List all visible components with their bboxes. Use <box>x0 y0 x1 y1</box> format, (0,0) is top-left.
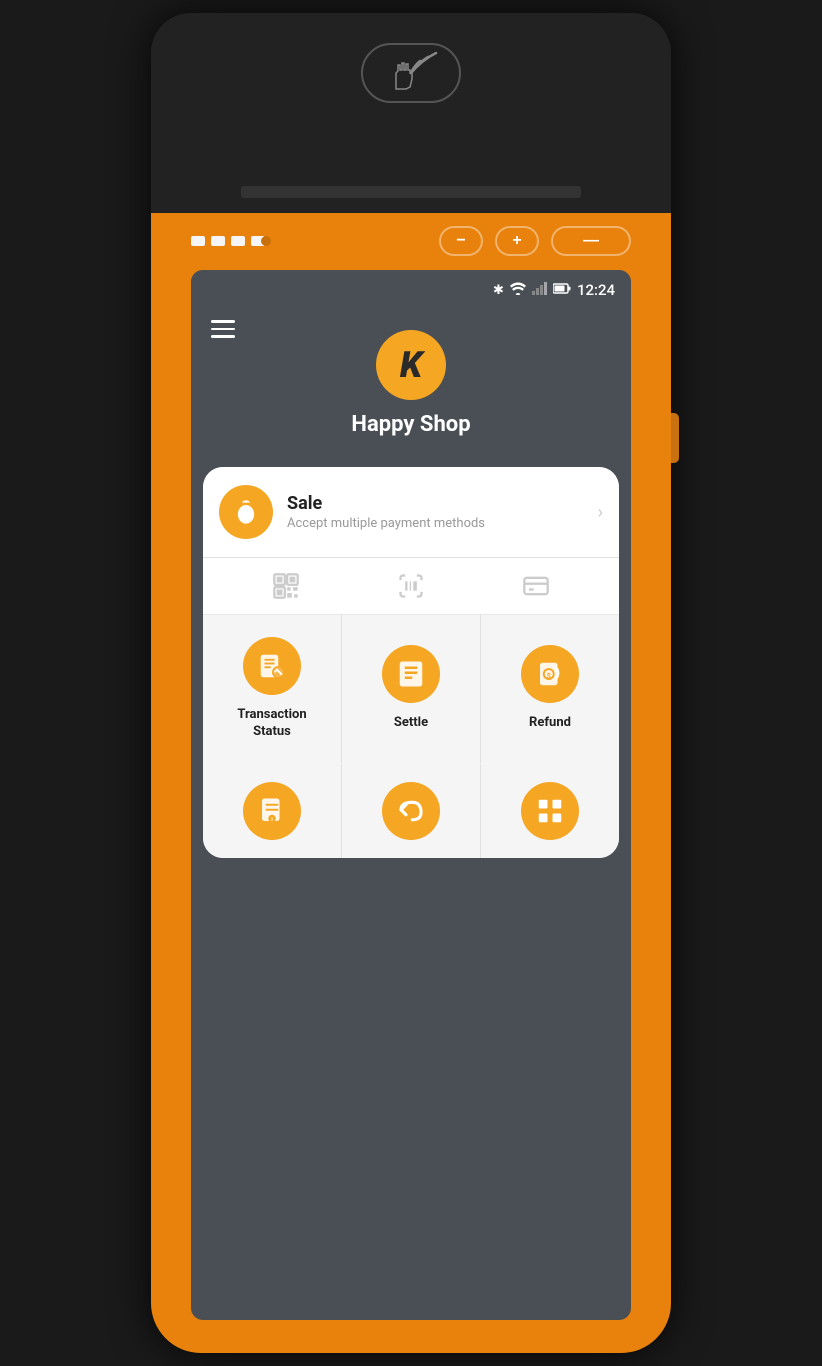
device-top-hardware <box>151 13 671 213</box>
refund-label: Refund <box>529 715 571 732</box>
sale-chevron-icon: › <box>598 502 603 523</box>
menu-line-1 <box>211 320 235 323</box>
transaction-status-label: TransactionStatus <box>237 707 306 741</box>
wifi-icon <box>510 282 526 299</box>
grid-apps-icon <box>535 796 565 826</box>
settle-icon <box>396 659 426 689</box>
barcode-scan-icon <box>397 572 425 600</box>
payment-methods-row <box>203 558 619 615</box>
status-icons: ✱ <box>493 281 615 299</box>
svg-text:$: $ <box>547 672 551 681</box>
sale-title: Sale <box>287 493 598 514</box>
bottom-icon-circle-3 <box>521 782 579 840</box>
transaction-status-icon <box>257 651 287 681</box>
signal-bar-1 <box>191 236 205 246</box>
minus-button[interactable]: − <box>439 226 483 256</box>
signal-bar-2 <box>211 236 225 246</box>
signal-bar-3 <box>231 236 245 246</box>
device-screen: ✱ <box>191 270 631 1320</box>
qr-code-icon <box>272 572 300 600</box>
plus-button[interactable]: + <box>495 226 539 256</box>
svg-text:$: $ <box>243 510 248 521</box>
sale-subtitle: Accept multiple payment methods <box>287 516 598 531</box>
refund-icon: $ <box>535 659 565 689</box>
status-time: 12:24 <box>577 281 615 299</box>
device-body: − + — ✱ <box>151 213 671 1353</box>
credit-card-icon <box>522 572 550 600</box>
grid-item-settle[interactable]: Settle <box>342 615 480 763</box>
sale-text-area: Sale Accept multiple payment methods <box>287 493 598 531</box>
battery-icon <box>553 283 571 298</box>
status-bar: ✱ <box>191 270 631 310</box>
app-logo: K <box>376 330 446 400</box>
grid-menu: TransactionStatus Settle <box>203 615 619 763</box>
payment-terminal: − + — ✱ <box>151 13 671 1353</box>
nfc-logo <box>361 43 461 103</box>
menu-line-3 <box>211 335 235 338</box>
bottom-icon-circle-1: i <box>243 782 301 840</box>
side-button[interactable] <box>671 413 679 463</box>
transaction-status-icon-circle <box>243 637 301 695</box>
bottom-item-2[interactable] <box>342 764 480 858</box>
signal-icon <box>532 282 547 299</box>
camera-dot <box>261 236 271 246</box>
hardware-button-bar: − + — <box>151 213 671 268</box>
receipt-icon: i <box>257 796 287 826</box>
shop-name: Happy Shop <box>351 412 470 437</box>
signal-indicators <box>191 236 265 246</box>
logo-letter: K <box>400 344 422 386</box>
app-header: K Happy Shop <box>191 310 631 467</box>
sale-icon-circle: $ <box>219 485 273 539</box>
bottom-item-3[interactable] <box>481 764 619 858</box>
bluetooth-icon: ✱ <box>493 283 504 298</box>
hamburger-menu-button[interactable] <box>211 320 235 338</box>
bottom-icon-circle-2 <box>382 782 440 840</box>
dash-button[interactable]: — <box>551 226 631 256</box>
bottom-partial-row: i <box>203 764 619 858</box>
undo-icon <box>396 796 426 826</box>
grid-item-transaction-status[interactable]: TransactionStatus <box>203 615 341 763</box>
settle-label: Settle <box>394 715 428 732</box>
main-content-card: $ Sale Accept multiple payment methods › <box>203 467 619 858</box>
refund-icon-circle: $ <box>521 645 579 703</box>
settle-icon-circle <box>382 645 440 703</box>
bottom-item-1[interactable]: i <box>203 764 341 858</box>
sale-row[interactable]: $ Sale Accept multiple payment methods › <box>203 467 619 558</box>
grid-item-refund[interactable]: $ Refund <box>481 615 619 763</box>
menu-line-2 <box>211 328 235 331</box>
card-slot <box>241 186 581 198</box>
money-bag-icon: $ <box>232 498 260 526</box>
